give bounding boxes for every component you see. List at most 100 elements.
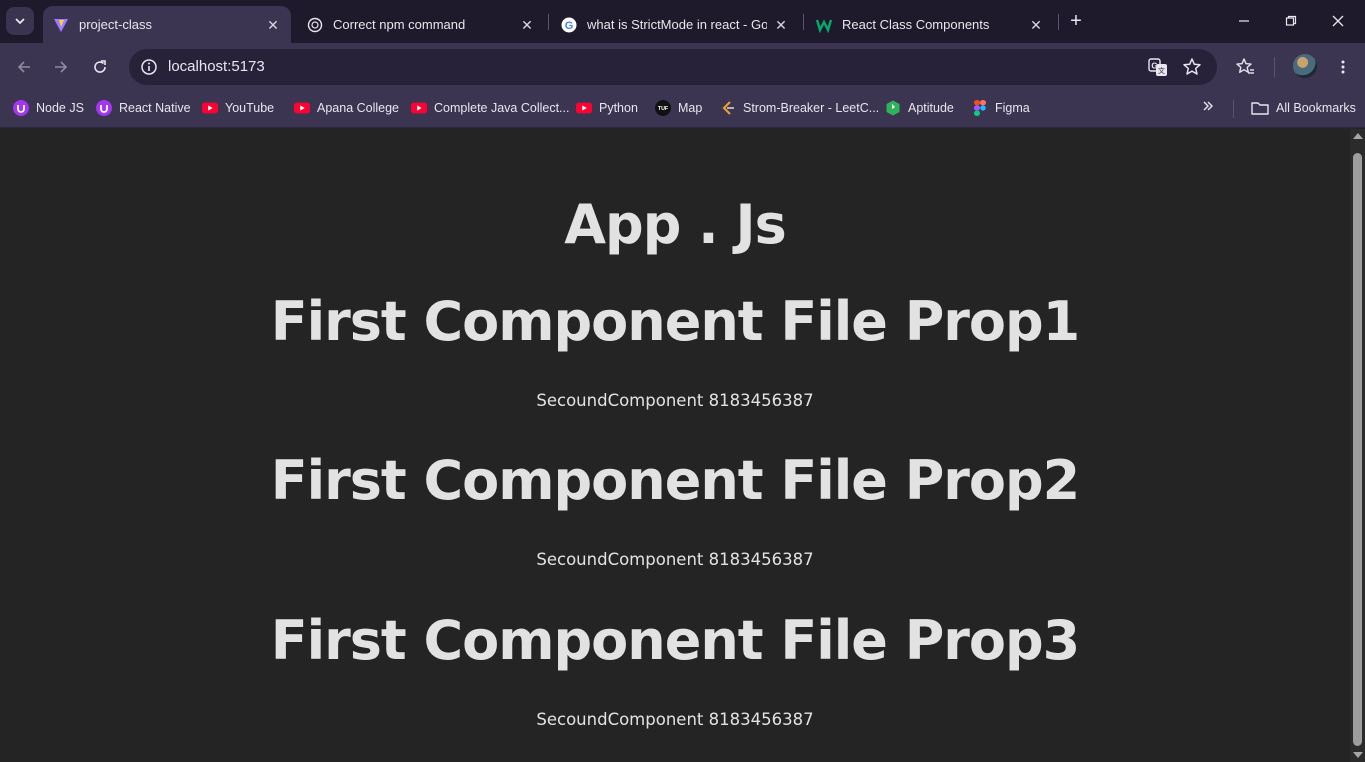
youtube-icon	[294, 100, 310, 116]
folder-icon	[1251, 100, 1269, 116]
tab-project-class[interactable]: project-class ✕	[43, 6, 291, 43]
bookmark-complete-java[interactable]: Complete Java Collect...	[411, 98, 569, 118]
leetcode-icon	[720, 100, 736, 116]
restore-button[interactable]	[1268, 8, 1314, 36]
close-tab-icon[interactable]: ✕	[1028, 17, 1044, 33]
first-component-heading: First Component File Prop3	[270, 609, 1081, 672]
tab-title: Correct npm command	[333, 17, 466, 32]
chevron-down-icon	[15, 18, 25, 25]
tab-title: project-class	[79, 17, 152, 32]
star-list-icon	[1236, 58, 1254, 74]
udemy-icon	[13, 100, 29, 116]
second-component-text: SecoundComponent 8183456387	[536, 391, 814, 410]
bookmark-node-js[interactable]: Node JS	[13, 98, 84, 118]
svg-text:G: G	[565, 20, 574, 32]
restore-icon	[1285, 15, 1297, 26]
bookmark-map[interactable]: TUF Map	[655, 98, 702, 118]
bookmark-star-icon[interactable]	[1181, 56, 1203, 78]
close-tab-icon[interactable]: ✕	[265, 17, 281, 33]
google-icon: G	[561, 17, 577, 33]
tab-react-class-components[interactable]: React Class Components ✕	[806, 6, 1054, 43]
double-chevron-right-icon	[1203, 101, 1213, 111]
all-bookmarks-folder[interactable]: All Bookmarks	[1251, 98, 1356, 118]
all-bookmarks-label: All Bookmarks	[1276, 101, 1356, 115]
profile-avatar[interactable]	[1293, 54, 1317, 78]
minimize-icon	[1239, 20, 1249, 22]
bookmark-youtube[interactable]: YouTube	[202, 98, 274, 118]
vertical-scrollbar[interactable]	[1350, 129, 1365, 762]
bookmarks-bar: Node JS React Native YouTube Apana Colle…	[0, 90, 1365, 128]
tab-separator	[1058, 14, 1059, 30]
url-text[interactable]: localhost:5173	[168, 58, 265, 75]
bookmark-label: Python	[599, 101, 638, 115]
w3schools-icon	[816, 17, 832, 33]
back-button[interactable]	[10, 53, 38, 81]
bookmark-label: Apana College	[317, 101, 400, 115]
browser-window: project-class ✕ Correct npm command ✕ G …	[0, 0, 1365, 762]
tab-separator	[548, 14, 549, 30]
toolbar-separator	[1274, 57, 1275, 77]
minimize-button[interactable]	[1221, 8, 1267, 36]
bookmark-label: Strom-Breaker - LeetC...	[743, 101, 880, 115]
close-tab-icon[interactable]: ✕	[773, 17, 789, 33]
bookmark-aptitude[interactable]: Aptitude	[885, 98, 954, 118]
svg-text:TUF: TUF	[658, 106, 669, 112]
tab-title: React Class Components	[842, 17, 990, 32]
figma-icon	[972, 100, 988, 116]
app-title: App . Js	[564, 193, 786, 256]
bookmark-label: Aptitude	[908, 101, 954, 115]
bookmark-apana-college[interactable]: Apana College	[294, 98, 399, 118]
udemy-icon	[96, 100, 112, 116]
second-component-text: SecoundComponent 8183456387	[536, 550, 814, 569]
youtube-icon	[202, 100, 218, 116]
close-icon	[1332, 15, 1344, 27]
indiabix-icon	[885, 100, 901, 116]
bookmark-strom-breaker[interactable]: Strom-Breaker - LeetC...	[720, 98, 879, 118]
tab-correct-npm-command[interactable]: Correct npm command ✕	[297, 6, 545, 43]
first-component-heading: First Component File Prop2	[270, 449, 1081, 512]
bookmark-label: Map	[678, 101, 703, 115]
tab-title: what is StrictMode in react - Goog	[587, 17, 767, 32]
svg-text:文: 文	[1158, 66, 1165, 75]
forward-button[interactable]	[47, 53, 75, 81]
reload-icon	[94, 60, 106, 73]
bookmark-label: Complete Java Collect...	[434, 101, 570, 115]
more-vertical-icon	[1341, 60, 1345, 74]
translate-icon[interactable]: G文	[1147, 56, 1169, 78]
page-content: App . Js First Component File Prop1 Seco…	[0, 129, 1350, 762]
tab-separator	[803, 14, 804, 30]
second-component-text: SecoundComponent 8183456387	[536, 710, 814, 729]
bookmark-label: Node JS	[36, 101, 84, 115]
scroll-down-arrow-icon[interactable]	[1353, 752, 1363, 758]
bookmark-python[interactable]: Python	[576, 98, 638, 118]
bookmark-label: React Native	[119, 101, 191, 115]
bookmarks-separator	[1233, 100, 1234, 118]
bookmark-label: Figma	[995, 101, 1030, 115]
youtube-icon	[411, 100, 427, 116]
reload-button[interactable]	[86, 53, 114, 81]
tab-strip: project-class ✕ Correct npm command ✕ G …	[0, 0, 1365, 43]
address-bar[interactable]: localhost:5173 G文	[129, 49, 1217, 85]
chatgpt-icon	[307, 17, 323, 33]
new-tab-button[interactable]: +	[1064, 10, 1088, 34]
scroll-up-arrow-icon[interactable]	[1353, 133, 1363, 139]
close-window-button[interactable]	[1315, 8, 1361, 36]
bookmarks-overflow-button[interactable]	[1198, 99, 1218, 119]
close-tab-icon[interactable]: ✕	[519, 17, 535, 33]
first-component-heading: First Component File Prop1	[270, 290, 1081, 353]
menu-button[interactable]	[1329, 53, 1357, 81]
scrollbar-thumb[interactable]	[1353, 153, 1362, 746]
arrow-right-icon	[55, 61, 68, 73]
arrow-left-icon	[17, 61, 30, 73]
bookmark-react-native[interactable]: React Native	[96, 98, 191, 118]
site-info-icon[interactable]	[137, 55, 161, 79]
bookmark-label: YouTube	[225, 101, 275, 115]
youtube-icon	[576, 100, 592, 116]
tab-search-button[interactable]	[6, 7, 34, 35]
tuf-icon: TUF	[655, 100, 671, 116]
bookmark-figma[interactable]: Figma	[972, 98, 1030, 118]
tab-strictmode-search[interactable]: G what is StrictMode in react - Goog ✕	[551, 6, 799, 43]
vite-icon	[53, 17, 69, 33]
browser-toolbar: localhost:5173 G文	[0, 43, 1365, 90]
bookmarks-side-panel-button[interactable]	[1231, 53, 1259, 81]
